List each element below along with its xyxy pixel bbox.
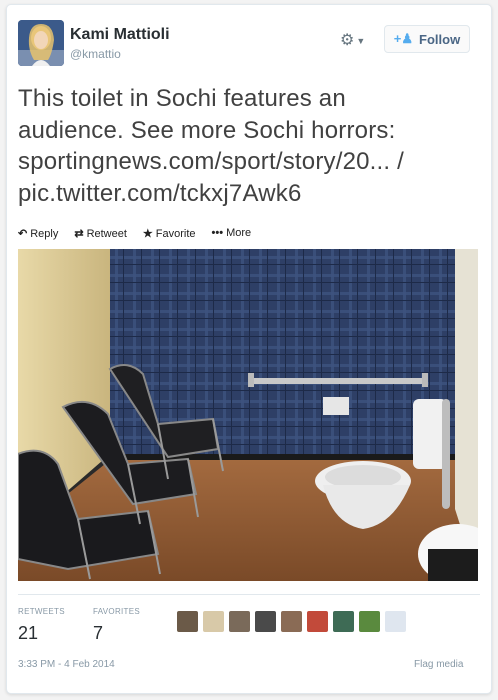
star-icon: ★: [142, 228, 153, 240]
add-user-icon: +♟: [393, 31, 414, 46]
tweet-actions: ↶ Reply ⇄ Retweet ★ Favorite ••• More: [18, 227, 251, 240]
more-label: More: [226, 227, 252, 239]
more-button[interactable]: ••• More: [212, 227, 252, 240]
divider: [18, 594, 480, 595]
avatar[interactable]: [281, 611, 302, 632]
avatar[interactable]: [229, 611, 250, 632]
tweet-photo[interactable]: [18, 249, 478, 581]
avatar[interactable]: [307, 611, 328, 632]
gear-icon: ⚙: [340, 32, 355, 49]
tweet-line: This toilet in Sochi features an: [18, 85, 346, 112]
favorites-label: FAVORITES: [93, 607, 141, 616]
avatar[interactable]: [177, 611, 198, 632]
avatar[interactable]: [255, 611, 276, 632]
retweets-count[interactable]: 21: [18, 623, 38, 644]
favoriters-avatars: [177, 611, 406, 632]
author-handle[interactable]: @kmattio: [70, 47, 121, 61]
tweet-card: Kami Mattioli @kmattio ⚙ ▼ +♟ Follow This…: [6, 4, 492, 694]
avatar[interactable]: [333, 611, 354, 632]
reply-button[interactable]: ↶ Reply: [18, 227, 58, 240]
avatar[interactable]: [385, 611, 406, 632]
retweet-icon: ⇄: [74, 228, 84, 240]
retweet-label: Retweet: [86, 228, 127, 240]
retweets-label: RETWEETS: [18, 607, 65, 616]
tweet-media-link[interactable]: pic.twitter.com/tckxj7Awk6: [18, 178, 480, 210]
author-name[interactable]: Kami Mattioli: [70, 26, 170, 44]
follow-button[interactable]: +♟ Follow: [384, 25, 470, 53]
tweet-line: audience. See more Sochi horrors:: [18, 116, 396, 144]
avatar[interactable]: [18, 20, 64, 66]
flag-media-link[interactable]: Flag media: [414, 659, 463, 670]
chevron-down-icon: ▼: [356, 35, 366, 46]
tweet-link[interactable]: sportingnews.com/sport/story/20... /: [18, 146, 480, 178]
follow-label: Follow: [419, 31, 461, 47]
reply-label: Reply: [30, 228, 59, 240]
timestamp[interactable]: 3:33 PM - 4 Feb 2014: [18, 659, 115, 670]
gear-menu-button[interactable]: ⚙ ▼: [340, 30, 376, 52]
avatar[interactable]: [359, 611, 380, 632]
favorite-button[interactable]: ★ Favorite: [143, 227, 196, 240]
avatar[interactable]: [203, 611, 224, 632]
more-icon: •••: [211, 227, 224, 239]
favorites-count[interactable]: 7: [93, 623, 103, 644]
tweet-text: This toilet in Sochi features an audienc…: [18, 83, 480, 209]
reply-icon: ↶: [18, 228, 28, 240]
favorite-label: Favorite: [155, 228, 196, 240]
retweet-button[interactable]: ⇄ Retweet: [74, 227, 127, 240]
